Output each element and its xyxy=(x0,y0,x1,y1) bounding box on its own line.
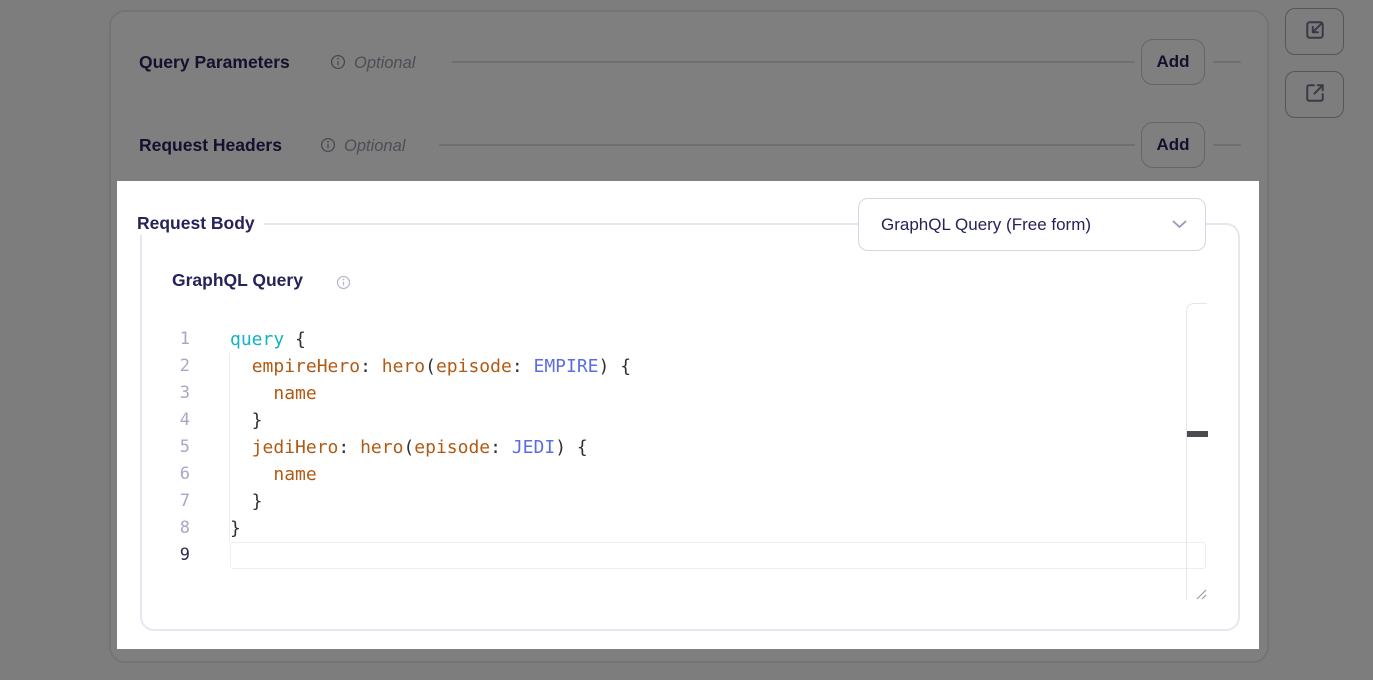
code-line: 1 query { xyxy=(150,326,1206,353)
add-query-parameter-button[interactable]: Add xyxy=(1141,39,1205,85)
line-number: 8 xyxy=(150,515,190,542)
line-number: 2 xyxy=(150,353,190,380)
code-line: 2 empireHero: hero(episode: EMPIRE) { xyxy=(150,353,1206,380)
code-line-content: } xyxy=(230,515,1206,542)
add-request-header-button[interactable]: Add xyxy=(1141,122,1205,168)
code-line-content: name xyxy=(230,380,1206,407)
graphql-query-label: GraphQL Query xyxy=(172,270,303,291)
section-rule xyxy=(452,61,1135,63)
body-type-select[interactable]: GraphQL Query (Free form) xyxy=(858,198,1206,251)
info-icon[interactable] xyxy=(320,137,336,158)
code-line: 8} xyxy=(150,515,1206,542)
code-line: 4 } xyxy=(150,407,1206,434)
code-line-content: query { xyxy=(230,326,1206,353)
code-line: 6 name xyxy=(150,461,1206,488)
section-rule-end xyxy=(1213,61,1241,63)
code-line-content: jediHero: hero(episode: JEDI) { xyxy=(230,434,1206,461)
section-rule-end xyxy=(1213,144,1241,146)
code-line-content xyxy=(230,542,1206,569)
line-number: 7 xyxy=(150,488,190,515)
code-line-content: name xyxy=(230,461,1206,488)
code-line-content: } xyxy=(230,407,1206,434)
code-editor[interactable]: 1query {2 empireHero: hero(episode: EMPI… xyxy=(150,326,1206,569)
request-body-label: Request Body xyxy=(129,211,264,235)
line-number: 4 xyxy=(150,407,190,434)
code-line: 3 name xyxy=(150,380,1206,407)
open-external-icon xyxy=(1304,82,1326,107)
line-number: 9 xyxy=(150,542,190,569)
code-line: 7 } xyxy=(150,488,1206,515)
edit-inline-icon xyxy=(1304,19,1326,44)
indent-guide xyxy=(229,353,230,542)
line-number: 5 xyxy=(150,434,190,461)
request-headers-label: Request Headers xyxy=(139,133,282,157)
chevron-down-icon xyxy=(1172,216,1187,234)
editor-resize-handle[interactable] xyxy=(1195,587,1207,605)
line-number: 6 xyxy=(150,461,190,488)
optional-badge: Optional xyxy=(344,135,405,157)
code-line: 5 jediHero: hero(episode: JEDI) { xyxy=(150,434,1206,461)
editor-scrollbar[interactable] xyxy=(1186,303,1207,600)
code-line-content: } xyxy=(230,488,1206,515)
info-icon[interactable] xyxy=(330,54,346,75)
editor-scrollbar-thumb[interactable] xyxy=(1187,431,1208,437)
section-rule xyxy=(439,144,1135,146)
open-external-button[interactable] xyxy=(1285,71,1344,118)
line-number: 3 xyxy=(150,380,190,407)
query-parameters-label: Query Parameters xyxy=(139,50,290,74)
edit-inline-button[interactable] xyxy=(1285,8,1344,55)
body-type-selected-value: GraphQL Query (Free form) xyxy=(881,215,1172,235)
code-line: 9 xyxy=(150,542,1206,569)
info-icon[interactable] xyxy=(336,275,351,295)
optional-badge: Optional xyxy=(354,52,415,74)
line-number: 1 xyxy=(150,326,190,353)
code-line-content: empireHero: hero(episode: EMPIRE) { xyxy=(230,353,1206,380)
